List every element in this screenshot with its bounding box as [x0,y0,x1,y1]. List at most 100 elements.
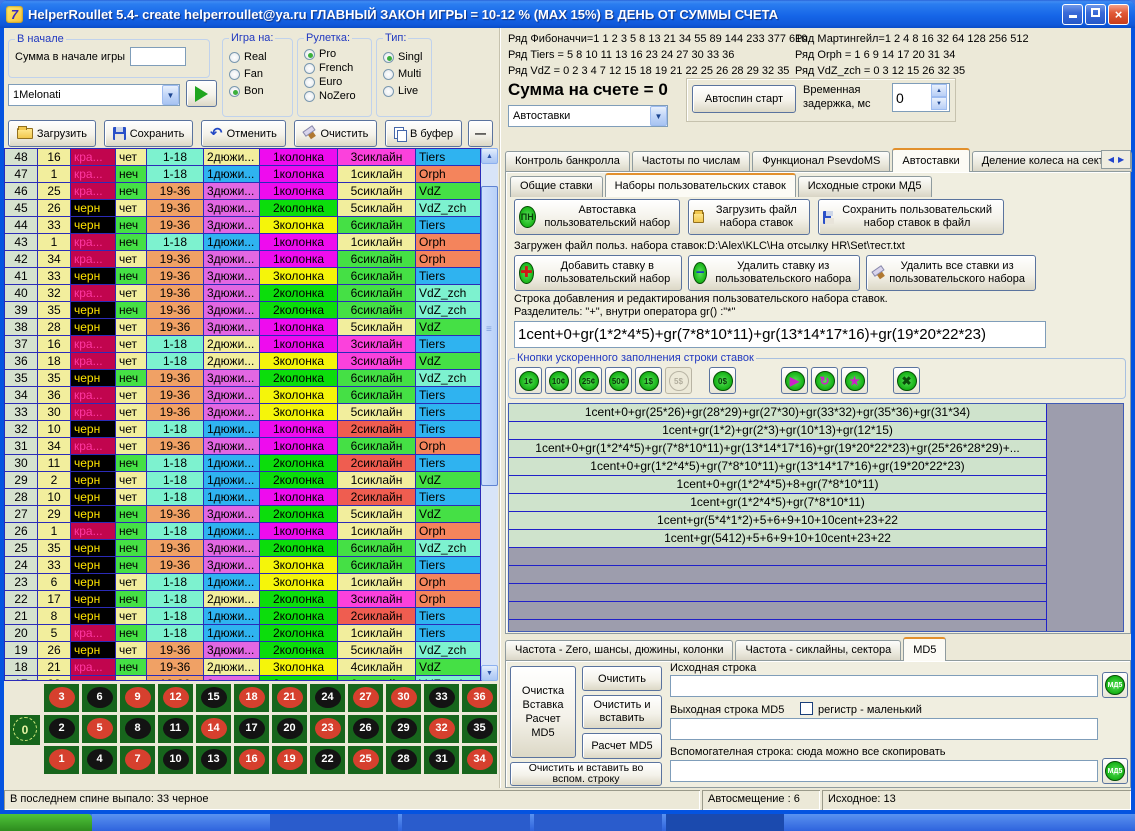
quick-button-1[interactable]: 1$ [635,367,662,394]
scrollbar-thumb[interactable] [481,186,498,486]
table-row[interactable]: 4133черннеч19-363дюжи...3колонка6сиклайн… [5,268,482,285]
board-cell-20[interactable]: 20 [272,715,307,743]
minimize-button[interactable] [1062,4,1083,25]
board-cell-16[interactable]: 16 [234,746,269,774]
board-cell-18[interactable]: 18 [234,684,269,712]
quick-button-10[interactable]: 10¢ [545,367,572,394]
radio-option-euro[interactable]: Euro [304,76,365,88]
radio-option-bon[interactable]: Bon [229,85,286,97]
close-button[interactable]: × [1108,4,1129,25]
board-cell-6[interactable]: 6 [82,684,117,712]
board-cell-12[interactable]: 12 [158,684,193,712]
table-row[interactable]: 3436кра...чет19-363дюжи...3колонка6сикла… [5,387,482,404]
table-row[interactable]: 4816кра...чет1-182дюжи...1колонка3сиклай… [5,149,482,166]
scroll-down-icon[interactable]: ▼ [481,665,498,681]
subtab-общие-ставки[interactable]: Общие ставки [510,176,603,197]
table-row[interactable]: 3210чернчет1-181дюжи...1колонка2сиклайнT… [5,421,482,438]
bet-list-item[interactable]: 1cent+gr(5*4*1*2)+5+6+9+10+10cent+23+22 [509,512,1046,530]
toolbar-copy-to-buffer-button[interactable]: В буфер [385,120,462,147]
tab-scroll-right-icon[interactable]: ▶ [1118,155,1124,164]
tab-частота-zero-шансы-дюжины-колонки[interactable]: Частота - Zero, шансы, дюжины, колонки [505,640,733,661]
table-row[interactable]: 3011черннеч1-181дюжи...2колонка2сиклайнT… [5,455,482,472]
md5-clear-paste-aux-button[interactable]: Очистить и вставить во вспом. строку [510,762,662,786]
md5-output-input[interactable] [670,718,1098,740]
taskbar-button[interactable] [534,814,662,831]
board-cell-7[interactable]: 7 [120,746,155,774]
taskbar-start-button[interactable] [0,814,92,831]
toolbar-undo-button[interactable]: ↶Отменить [201,120,285,147]
table-row[interactable]: 2433черннеч19-363дюжи...3колонка6сиклайн… [5,557,482,574]
spin-down-icon[interactable]: ▼ [931,97,947,110]
board-cell-23[interactable]: 23 [310,715,345,743]
radio-option-real[interactable]: Real [229,51,286,63]
toolbar-save-button[interactable]: Сохранить [104,120,193,147]
tab-функционал-psevdoms[interactable]: Функционал PsevdoMS [752,151,890,172]
quick-button-0[interactable]: 0$ [709,367,736,394]
maximize-button[interactable] [1085,4,1106,25]
md5-aux-run-button[interactable]: МД5 [1102,758,1128,784]
run-preset-button[interactable] [186,80,217,107]
board-cell-10[interactable]: 10 [158,746,193,774]
radio-option-french[interactable]: French [304,62,365,74]
toolbar-load-button[interactable]: Загрузить [8,120,96,147]
board-cell-11[interactable]: 11 [158,715,193,743]
board-cell-30[interactable]: 30 [386,684,421,712]
table-row[interactable]: 2535черннеч19-363дюжи...2колонка6сиклайн… [5,540,482,557]
tab-scroll-left-icon[interactable]: ◀ [1108,155,1114,164]
md5-run-button[interactable]: МД5 [1102,672,1128,698]
taskbar-button[interactable] [270,814,398,831]
tab-md5[interactable]: MD5 [903,637,946,661]
board-cell-0[interactable]: 0 [10,715,40,745]
table-row[interactable]: 218чернчет1-181дюжи...2колонка2сиклайнTi… [5,608,482,625]
subtab-исходные-строки-мд5[interactable]: Исходные строки МД5 [798,176,932,197]
board-cell-27[interactable]: 27 [348,684,383,712]
radio-option-pro[interactable]: Pro [304,48,365,60]
table-row[interactable]: 4526чернчет19-363дюжи...2колонка5сиклайн… [5,200,482,217]
table-row[interactable]: 3535черннеч19-363дюжи...2колонка6сиклайн… [5,370,482,387]
button-загрузить-файл-набора-ставок[interactable]: Загрузить файл набора ставок [688,199,810,235]
tab-контроль-банкролла[interactable]: Контроль банкролла [505,151,630,172]
md5-calc-button[interactable]: Расчет MD5 [582,733,662,759]
board-cell-33[interactable]: 33 [424,684,459,712]
radio-option-nozero[interactable]: NoZero [304,90,365,102]
board-cell-22[interactable]: 22 [310,746,345,774]
md5-source-input[interactable] [670,675,1098,697]
taskbar-button[interactable] [666,814,784,831]
table-row[interactable]: 1821кра...неч19-362дюжи...3колонка4сикла… [5,659,482,676]
table-row[interactable]: 261кра...неч1-181дюжи...1колонка1сиклайн… [5,523,482,540]
tab-scroll-buttons[interactable]: ◀ ▶ [1101,150,1131,169]
board-cell-2[interactable]: 2 [44,715,79,743]
table-row[interactable]: 2217черннеч1-182дюжи...2колонка3сиклайнO… [5,591,482,608]
table-row[interactable]: 4625кра...неч19-363дюжи...1колонка5сикла… [5,183,482,200]
delay-spinner[interactable]: ▲ ▼ [892,83,950,112]
autospin-start-button[interactable]: Автоспин старт [692,85,796,113]
bet-list-item[interactable]: 1cent+0+gr(1*2*4*5)+gr(7*8*10*11)+gr(13*… [509,440,1046,458]
table-row[interactable]: 3618кра...чет1-182дюжи...3колонка3сиклай… [5,353,482,370]
board-cell-32[interactable]: 32 [424,715,459,743]
table-row[interactable]: 3330кра...чет19-363дюжи...3колонка5сикла… [5,404,482,421]
table-row[interactable]: 3134кра...чет19-363дюжи...1колонка6сикла… [5,438,482,455]
board-cell-19[interactable]: 19 [272,746,307,774]
button-автоставка-пользовательский-набор[interactable]: ПНАвтоставка пользовательский набор [514,199,680,235]
button-удалить-ставку-из-пользовательского-набора[interactable]: −Удалить ставку из пользовательского наб… [688,255,860,291]
bet-list-item[interactable]: 1cent+gr(5412)+5+6+9+10+10cent+23+22 [509,530,1046,548]
board-cell-35[interactable]: 35 [462,715,497,743]
board-cell-5[interactable]: 5 [82,715,117,743]
table-row[interactable]: 3716кра...чет1-182дюжи...1колонка3сиклай… [5,336,482,353]
bet-list-item[interactable]: 1cent+0+gr(1*2*4*5)+gr(7*8*10*11)+gr(13*… [509,458,1046,476]
board-cell-3[interactable]: 3 [44,684,79,712]
history-scrollbar[interactable]: ▲ ▼ [481,148,498,681]
quick-button-[interactable]: ✖ [893,367,920,394]
bet-string-input[interactable] [514,321,1046,348]
quick-button-[interactable]: ▶ [781,367,808,394]
md5-clear-button[interactable]: Очистить [582,666,662,691]
board-cell-26[interactable]: 26 [348,715,383,743]
quick-button-[interactable]: ↻ [811,367,838,394]
bet-list-item[interactable]: 1cent+gr(1*2*4*5)+gr(7*8*10*11) [509,494,1046,512]
board-cell-8[interactable]: 8 [120,715,155,743]
table-row[interactable]: 431кра...неч1-181дюжи...1колонка1сиклайн… [5,234,482,251]
board-cell-4[interactable]: 4 [82,746,117,774]
radio-option-singl[interactable]: Singl [383,51,425,63]
table-row[interactable]: 2810чернчет1-181дюжи...1колонка2сиклайнT… [5,489,482,506]
bet-list-item[interactable]: 1cent+0+gr(1*2*4*5)+8+gr(7*8*10*11) [509,476,1046,494]
